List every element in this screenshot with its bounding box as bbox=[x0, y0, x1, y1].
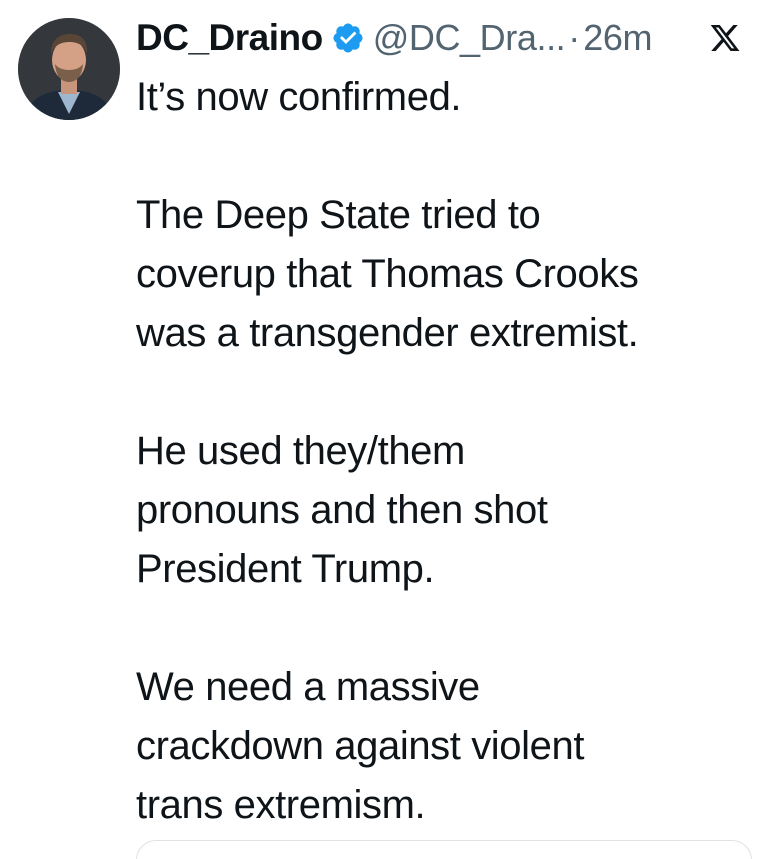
separator-dot: · bbox=[568, 17, 581, 58]
tweet-paragraph: The Deep State tried to coverup that Tho… bbox=[136, 193, 639, 355]
author-handle[interactable]: @DC_Dra... bbox=[373, 17, 566, 59]
author-avatar[interactable] bbox=[18, 18, 120, 120]
tweet-paragraph: He used they/them pronouns and then shot… bbox=[136, 429, 548, 591]
author-name[interactable]: DC_Draino bbox=[136, 17, 323, 59]
x-logo-icon bbox=[708, 21, 742, 55]
embedded-card[interactable] bbox=[136, 840, 752, 859]
verified-badge-icon bbox=[331, 21, 365, 55]
tweet-paragraph: It’s now confirmed. bbox=[136, 75, 462, 119]
timestamp[interactable]: 26m bbox=[583, 17, 652, 59]
tweet-header: DC_Draino @DC_Dra... · 26m bbox=[136, 14, 756, 62]
tweet[interactable]: DC_Draino @DC_Dra... · 26m It’s now conf… bbox=[0, 0, 768, 859]
tweet-body: It’s now confirmed. The Deep State tried… bbox=[136, 68, 756, 835]
tweet-paragraph: We need a massive crackdown against viol… bbox=[136, 665, 585, 827]
